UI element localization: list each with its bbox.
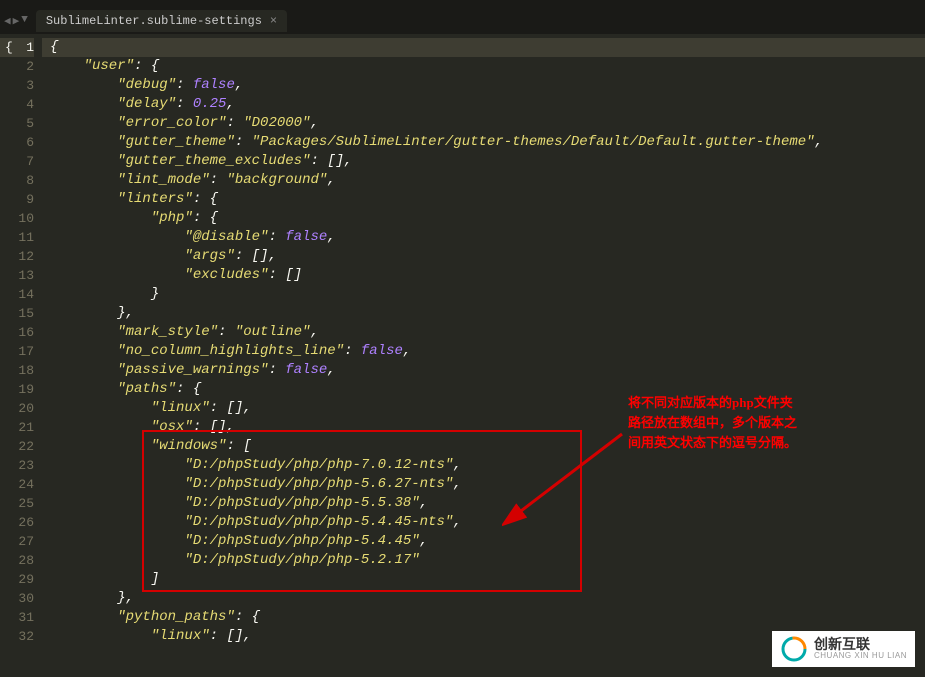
line-number[interactable]: 28: [0, 551, 34, 570]
code-area[interactable]: { "user": { "debug": false, "delay": 0.2…: [42, 34, 925, 677]
editor: { 1 2 3 4 5 6 7 8 9 10 11 12 13 14 15 16…: [0, 34, 925, 677]
code-line[interactable]: "D:/phpStudy/php/php-5.2.17": [42, 551, 925, 570]
nav-down-icon[interactable]: ▼: [21, 14, 28, 28]
code-line[interactable]: },: [42, 589, 925, 608]
code-line[interactable]: "delay": 0.25,: [42, 95, 925, 114]
line-number[interactable]: 23: [0, 456, 34, 475]
code-line[interactable]: "php": {: [42, 209, 925, 228]
nav-back-icon[interactable]: ◀: [4, 14, 11, 28]
line-number[interactable]: 31: [0, 608, 34, 627]
code-line[interactable]: {: [42, 38, 925, 57]
code-line[interactable]: "python_paths": {: [42, 608, 925, 627]
line-number[interactable]: 5: [0, 114, 34, 133]
line-number[interactable]: 10: [0, 209, 34, 228]
line-number[interactable]: 27: [0, 532, 34, 551]
line-number[interactable]: 4: [0, 95, 34, 114]
line-number[interactable]: 32: [0, 627, 34, 646]
line-number[interactable]: 20: [0, 399, 34, 418]
line-number[interactable]: 7: [0, 152, 34, 171]
tab-title: SublimeLinter.sublime-settings: [46, 14, 262, 28]
code-line[interactable]: "no_column_highlights_line": false,: [42, 342, 925, 361]
logo-icon: [780, 635, 808, 663]
line-number[interactable]: 11: [0, 228, 34, 247]
file-tab[interactable]: SublimeLinter.sublime-settings ×: [36, 10, 287, 32]
line-number[interactable]: 26: [0, 513, 34, 532]
line-number[interactable]: 15: [0, 304, 34, 323]
line-number[interactable]: 13: [0, 266, 34, 285]
code-line[interactable]: "linters": {: [42, 190, 925, 209]
logo-text-cn: 创新互联: [814, 637, 907, 652]
line-number[interactable]: 21: [0, 418, 34, 437]
code-line[interactable]: "error_color": "D02000",: [42, 114, 925, 133]
line-number[interactable]: 14: [0, 285, 34, 304]
code-line[interactable]: "D:/phpStudy/php/php-5.5.38",: [42, 494, 925, 513]
code-line[interactable]: "mark_style": "outline",: [42, 323, 925, 342]
code-line[interactable]: }: [42, 285, 925, 304]
tab-bar: ◀ ▶ ▼ SublimeLinter.sublime-settings ×: [0, 8, 925, 34]
fold-brace-icon[interactable]: {: [2, 38, 16, 57]
line-number[interactable]: 2: [0, 57, 34, 76]
code-line[interactable]: "user": {: [42, 57, 925, 76]
nav-forward-icon[interactable]: ▶: [13, 14, 20, 28]
close-icon[interactable]: ×: [270, 14, 277, 28]
line-number-gutter: 1 2 3 4 5 6 7 8 9 10 11 12 13 14 15 16 1…: [0, 34, 42, 677]
line-number[interactable]: 6: [0, 133, 34, 152]
code-line[interactable]: "gutter_theme": "Packages/SublimeLinter/…: [42, 133, 925, 152]
code-line[interactable]: "@disable": false,: [42, 228, 925, 247]
annotation-text: 将不同对应版本的php文件夹 路径放在数组中，多个版本之 间用英文状态下的逗号分…: [628, 393, 797, 453]
code-line[interactable]: "D:/phpStudy/php/php-7.0.12-nts",: [42, 456, 925, 475]
line-number[interactable]: 8: [0, 171, 34, 190]
line-number[interactable]: 22: [0, 437, 34, 456]
line-number[interactable]: 24: [0, 475, 34, 494]
watermark-logo: 创新互联 CHUANG XIN HU LIAN: [772, 631, 915, 667]
code-line[interactable]: ]: [42, 570, 925, 589]
line-number[interactable]: 17: [0, 342, 34, 361]
logo-text-en: CHUANG XIN HU LIAN: [814, 652, 907, 661]
line-number[interactable]: 3: [0, 76, 34, 95]
line-number[interactable]: 18: [0, 361, 34, 380]
code-line[interactable]: "passive_warnings": false,: [42, 361, 925, 380]
line-number[interactable]: 12: [0, 247, 34, 266]
line-number[interactable]: 29: [0, 570, 34, 589]
line-number[interactable]: 9: [0, 190, 34, 209]
code-line[interactable]: "gutter_theme_excludes": [],: [42, 152, 925, 171]
code-line[interactable]: "debug": false,: [42, 76, 925, 95]
code-line[interactable]: "D:/phpStudy/php/php-5.4.45",: [42, 532, 925, 551]
line-number[interactable]: 16: [0, 323, 34, 342]
line-number[interactable]: 30: [0, 589, 34, 608]
nav-controls: ◀ ▶ ▼: [4, 14, 28, 28]
code-line[interactable]: },: [42, 304, 925, 323]
code-line[interactable]: "args": [],: [42, 247, 925, 266]
line-number[interactable]: 25: [0, 494, 34, 513]
code-line[interactable]: "D:/phpStudy/php/php-5.4.45-nts",: [42, 513, 925, 532]
code-line[interactable]: "lint_mode": "background",: [42, 171, 925, 190]
code-line[interactable]: "excludes": []: [42, 266, 925, 285]
window-titlebar: [0, 0, 925, 8]
code-line[interactable]: "D:/phpStudy/php/php-5.6.27-nts",: [42, 475, 925, 494]
line-number[interactable]: 19: [0, 380, 34, 399]
